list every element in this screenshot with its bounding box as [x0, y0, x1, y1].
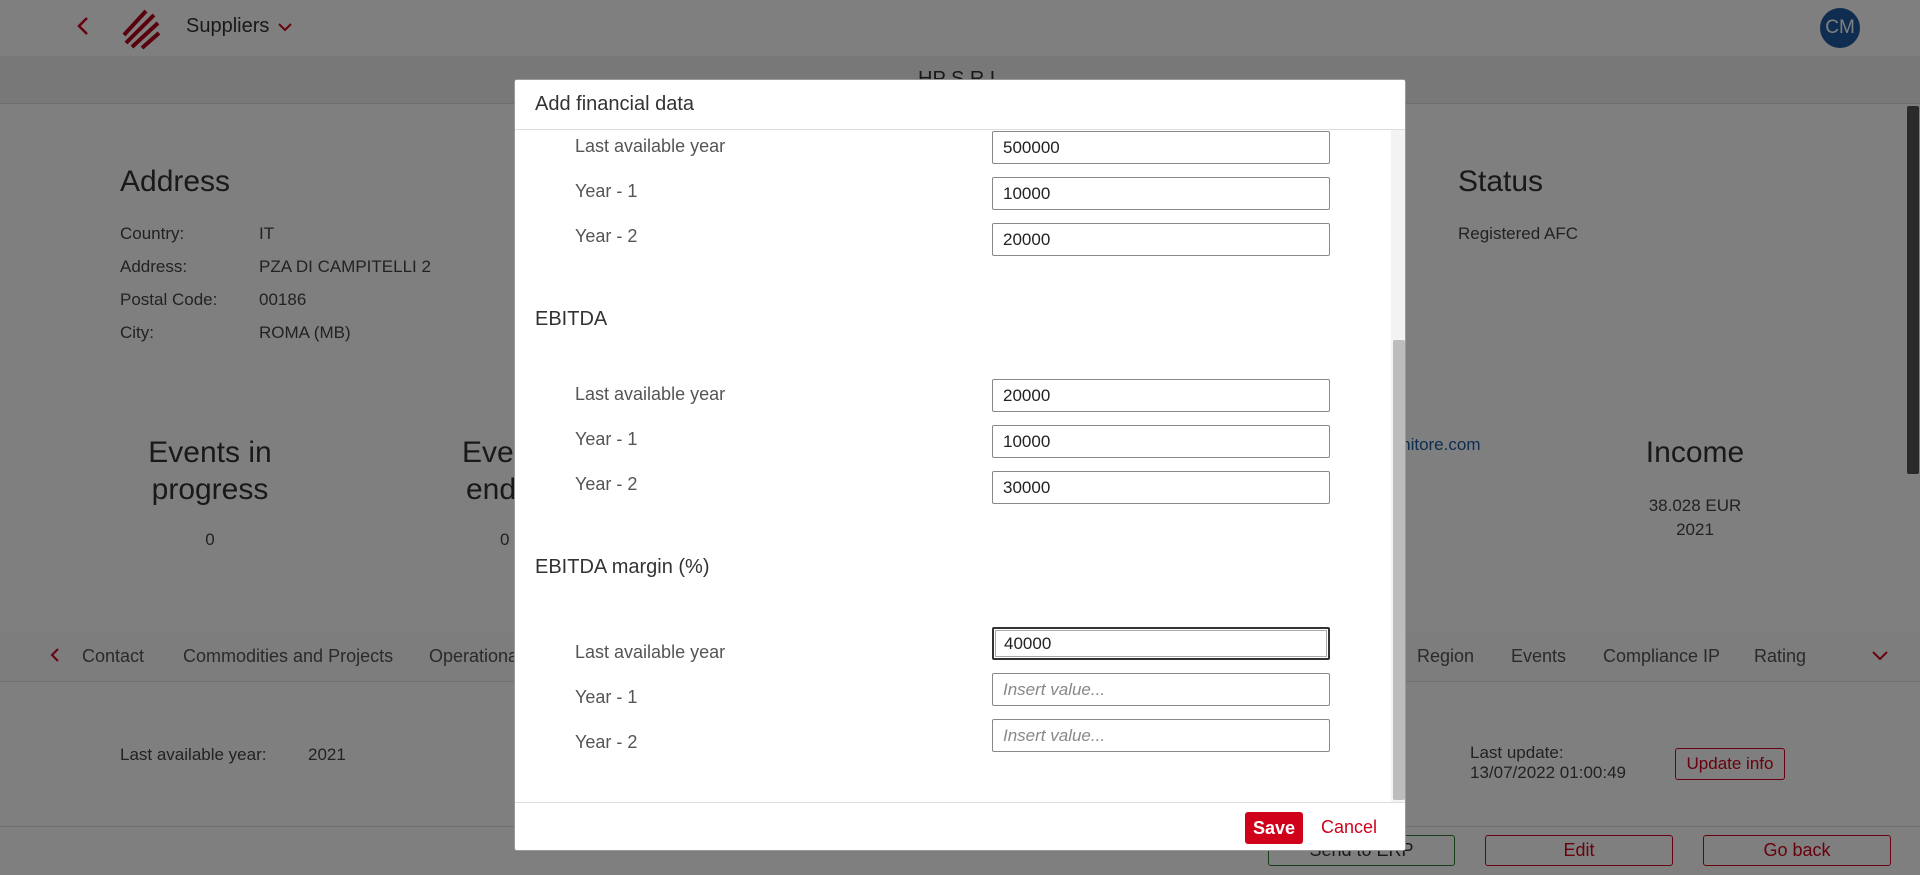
- year-1-label: Year - 1: [575, 429, 638, 449]
- ebitda-year-1-input[interactable]: [992, 425, 1330, 458]
- dialog-body: Last available year Year - 1 Year - 2 EB…: [515, 130, 1405, 802]
- dialog-header: Add financial data: [515, 80, 1405, 130]
- year-1-label: Year - 1: [575, 181, 638, 201]
- ebitda-section-title: EBITDA: [535, 308, 608, 330]
- last-year-label: Last available year: [575, 136, 726, 156]
- dialog-footer: Save Cancel: [515, 802, 1405, 850]
- dialog-scrollbar-thumb[interactable]: [1393, 340, 1405, 800]
- top-year-2-input[interactable]: [992, 223, 1330, 256]
- year-2-label: Year - 2: [575, 732, 638, 752]
- last-year-label: Last available year: [575, 642, 726, 662]
- year-2-label: Year - 2: [575, 226, 638, 246]
- top-last-year-input[interactable]: [992, 131, 1330, 164]
- ebitda-year-2-input[interactable]: [992, 471, 1330, 504]
- save-button[interactable]: Save: [1245, 812, 1303, 844]
- cancel-button[interactable]: Cancel: [1321, 817, 1377, 838]
- ebitda-margin-section-title: EBITDA margin (%): [535, 556, 710, 578]
- year-1-label: Year - 1: [575, 687, 638, 707]
- ebitda-margin-last-year-input[interactable]: [992, 627, 1330, 660]
- ebitda-last-year-input[interactable]: [992, 379, 1330, 412]
- add-financial-data-dialog: Add financial data Last available year Y…: [514, 79, 1406, 851]
- ebitda-margin-year-2-input[interactable]: [992, 719, 1330, 752]
- year-2-label: Year - 2: [575, 474, 638, 494]
- last-year-label: Last available year: [575, 384, 726, 404]
- ebitda-margin-year-1-input[interactable]: [992, 673, 1330, 706]
- top-year-1-input[interactable]: [992, 177, 1330, 210]
- dialog-title: Add financial data: [535, 93, 695, 115]
